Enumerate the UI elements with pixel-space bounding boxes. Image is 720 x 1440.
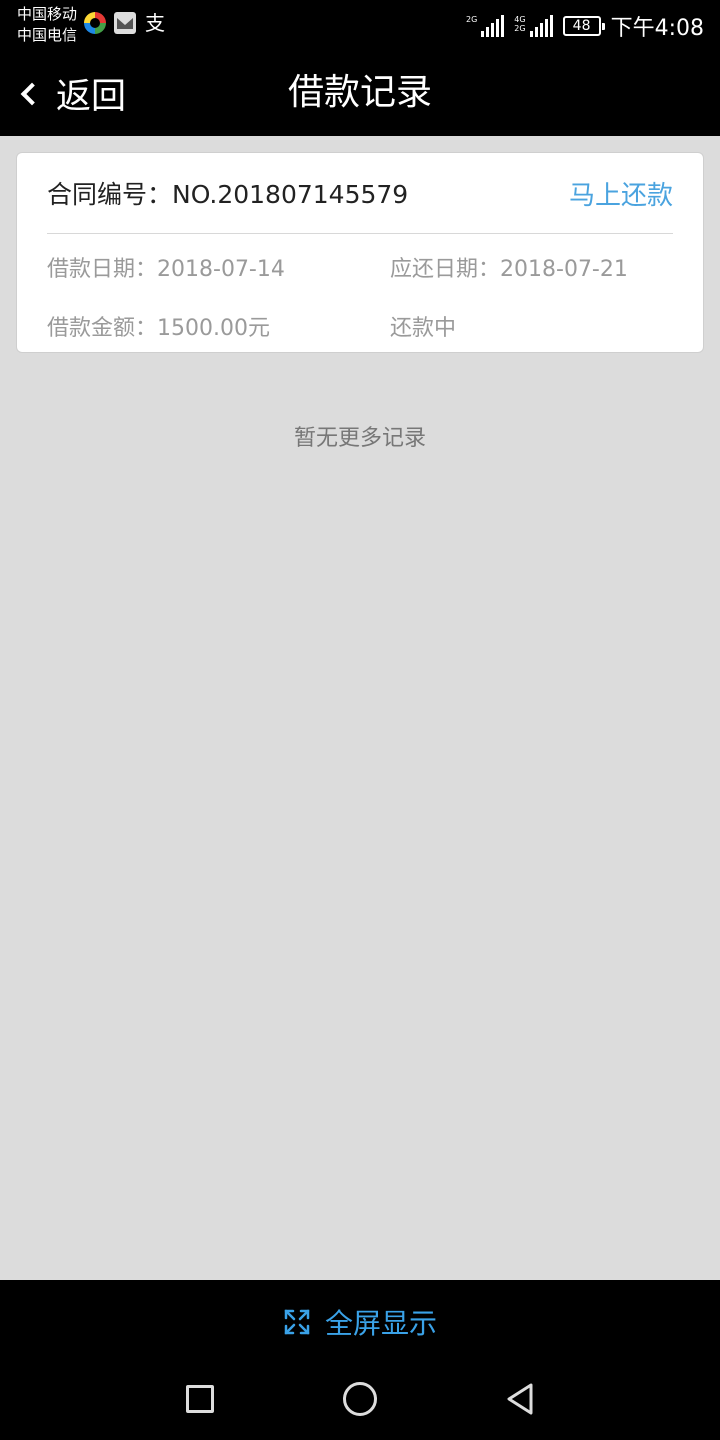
bottom-area: 全屏显示 (0, 1280, 720, 1440)
system-back-button[interactable] (490, 1368, 550, 1430)
status-right: 2G 4G 2G 48 下午4:08 (466, 10, 704, 42)
loan-amount: 借款金额：1500.00元 (47, 316, 270, 341)
due-date: 应还日期：2018-07-21 (390, 257, 628, 282)
carrier-names: 中国移动 中国电信 (17, 4, 77, 46)
home-button[interactable] (330, 1368, 390, 1430)
square-icon (186, 1385, 214, 1413)
mail-app-icon (114, 12, 136, 34)
system-nav-bar (0, 1368, 720, 1430)
sim2-signal-icon: 4G 2G (514, 15, 553, 37)
divider (47, 233, 673, 234)
circle-icon (343, 1382, 377, 1416)
battery-icon: 48 (562, 16, 605, 36)
repay-now-button[interactable]: 马上还款 (569, 175, 673, 212)
fullscreen-button[interactable]: 全屏显示 (0, 1298, 720, 1346)
loan-date: 借款日期：2018-07-14 (47, 257, 285, 282)
carrier-2: 中国电信 (17, 26, 78, 44)
triangle-back-icon (507, 1383, 533, 1415)
clock: 下午4:08 (610, 16, 704, 41)
status-bar: 中国移动 中国电信 支 2G 4G 2G 48 下午4:08 (0, 0, 720, 50)
app-header: 借款记录 返回 (0, 50, 720, 136)
loan-record-card: 合同编号：NO.201807145579 马上还款 借款日期：2018-07-1… (16, 152, 704, 353)
fullscreen-label: 全屏显示 (324, 1307, 437, 1340)
expand-icon (284, 1309, 310, 1335)
back-label: 返回 (56, 76, 127, 117)
notification-icons: 支 (84, 12, 166, 34)
sim1-signal-icon: 2G (466, 15, 505, 37)
contract-number: 合同编号：NO.201807145579 (47, 180, 409, 209)
contract-row: 合同编号：NO.201807145579 马上还款 (47, 153, 673, 233)
color-ring-app-icon (84, 12, 106, 34)
back-button[interactable]: 返回 (16, 50, 126, 136)
recent-apps-button[interactable] (170, 1368, 230, 1430)
alipay-icon: 支 (145, 11, 165, 35)
repayment-status: 还款中 (390, 316, 457, 341)
no-more-records-message: 暂无更多记录 (293, 426, 426, 451)
app-screen: 中国移动 中国电信 支 2G 4G 2G 48 下午4:08 借款记录 返回 合… (0, 0, 720, 1440)
chevron-left-icon (16, 78, 40, 108)
carrier-1: 中国移动 (17, 5, 78, 23)
